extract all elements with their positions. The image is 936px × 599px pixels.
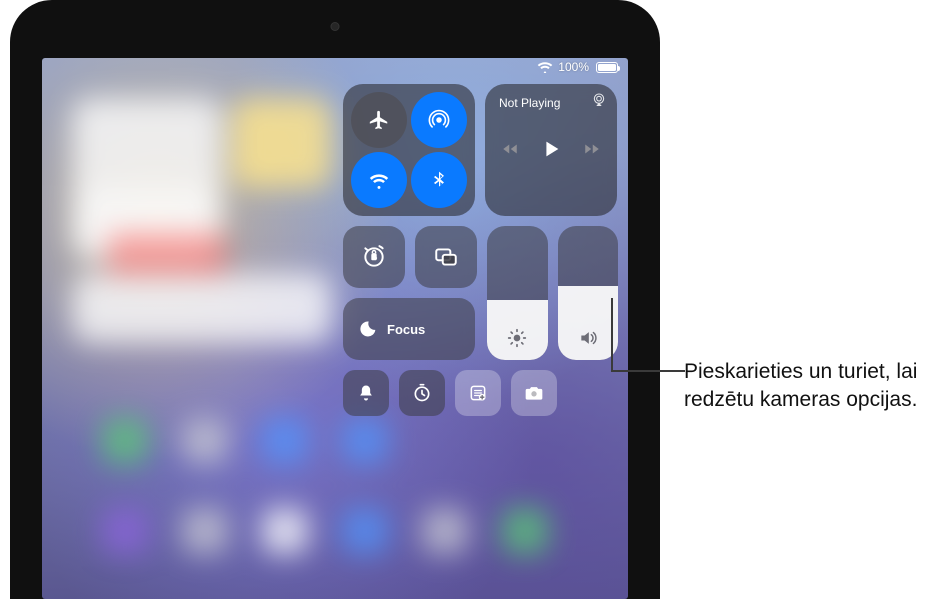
wifi-toggle[interactable] [351, 152, 407, 208]
timer-button[interactable] [399, 370, 445, 416]
status-bar: 100% [537, 60, 618, 74]
airplane-mode-toggle[interactable] [351, 92, 407, 148]
annotation-leader-line [613, 370, 685, 372]
control-center: Not Playing [343, 84, 618, 416]
media-controls-tile[interactable]: Not Playing [485, 84, 617, 216]
brightness-icon [507, 328, 527, 348]
play-button[interactable] [540, 138, 562, 160]
airdrop-toggle[interactable] [411, 92, 467, 148]
battery-icon [594, 62, 618, 73]
connectivity-group[interactable] [343, 84, 475, 216]
camera-button[interactable] [511, 370, 557, 416]
ipad-bezel: 100% [10, 0, 660, 599]
quick-note-button[interactable] [455, 370, 501, 416]
annotation-text: Pieskarieties un turiet, lai redzētu kam… [684, 358, 919, 415]
volume-icon [578, 328, 598, 348]
front-camera-dot [331, 22, 340, 31]
battery-percent: 100% [558, 60, 589, 74]
silent-mode-toggle[interactable] [343, 370, 389, 416]
bluetooth-toggle[interactable] [411, 152, 467, 208]
focus-toggle[interactable]: Focus [343, 298, 475, 360]
focus-label: Focus [387, 322, 425, 337]
brightness-slider[interactable] [487, 226, 548, 360]
airplay-icon[interactable] [591, 92, 607, 108]
screen-mirroring-toggle[interactable] [415, 226, 477, 288]
volume-slider[interactable] [558, 226, 619, 360]
rotation-lock-toggle[interactable] [343, 226, 405, 288]
next-track-button[interactable] [582, 140, 602, 158]
previous-track-button[interactable] [500, 140, 520, 158]
ipad-screen: 100% [42, 58, 628, 599]
wifi-icon [537, 61, 553, 73]
